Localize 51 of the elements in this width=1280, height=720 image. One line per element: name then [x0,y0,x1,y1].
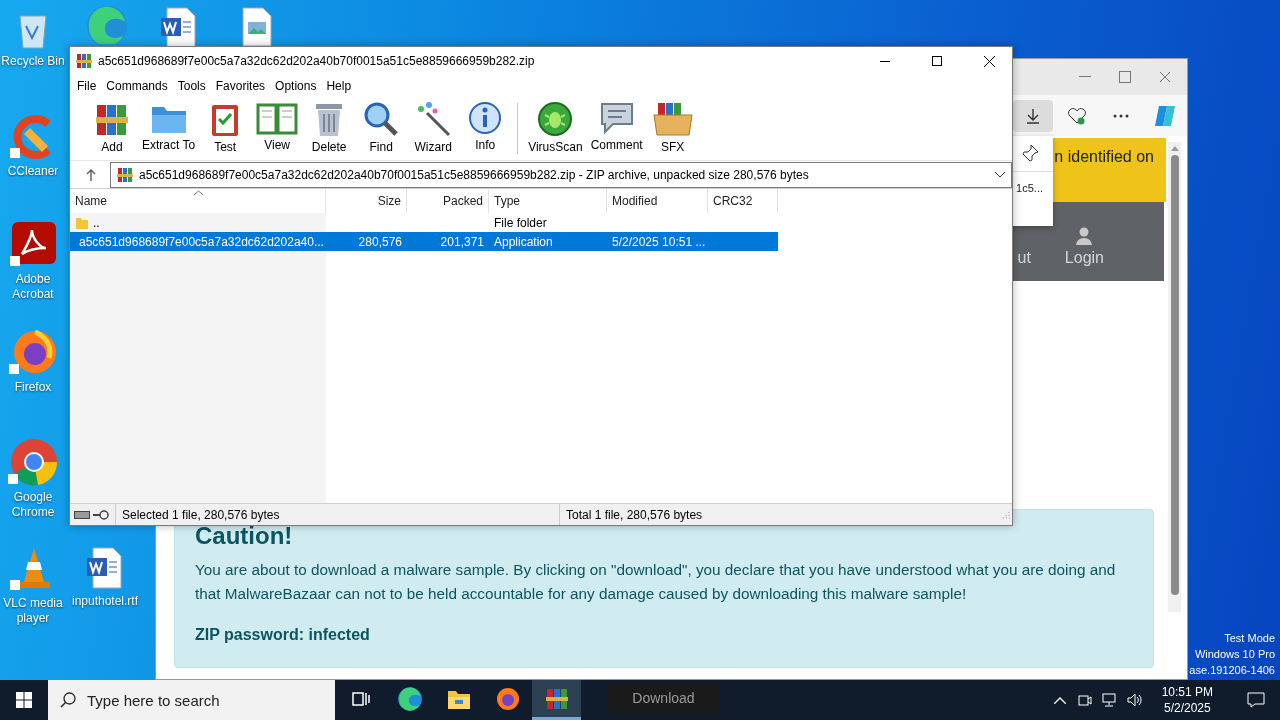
file-row[interactable]: a5c651d968689f7e00c5a7a32dc62d202a40... 280,576 201,371 Application 5/2/2025 10:51 ... [70,232,778,251]
toolbar-button[interactable]: Extract To [138,97,200,160]
clock-time: 10:51 PM [1161,684,1213,700]
toolbar-button[interactable]: Test [199,97,252,160]
status-text: Total 1 file, 280,576 bytes [565,507,703,522]
toolbar-button[interactable]: Info [459,97,512,160]
caution-title: Caution! [195,522,294,550]
system-notice-text: ase.191206-1406 [1189,663,1275,678]
toolbar-button[interactable]: Find [355,97,408,160]
search-field[interactable]: Type here to search [48,680,335,720]
toolbar-button[interactable]: Wizard [407,97,460,160]
column-header[interactable]: Name [70,189,326,213]
table-cell-text: 201,371 [439,233,485,251]
system-notice-text: Test Mode [1224,631,1275,646]
table-cell-text: 280,576 [357,233,403,251]
toolbar-button[interactable]: Delete [303,97,356,160]
file-row[interactable]: .. File folder [70,213,778,232]
menu-item[interactable]: File [72,79,102,93]
download-item[interactable]: 1c5... [1016,181,1043,194]
column-header[interactable]: CRC32 [708,189,778,213]
zip-password: ZIP password: infected [195,626,371,644]
menu-item[interactable]: Tools [172,79,211,93]
nav-link[interactable]: ut [1017,226,1031,267]
window-title: a5c651d968689f7e00c5a7a32dc62d202a40b70f0015a51c5e8859666959b282.zip [98,54,536,68]
system-notice-text: Windows 10 Pro [1194,647,1275,662]
file-name-cell[interactable]: a5c651d968689f7e00c5a7a32dc62d202a40... [70,232,326,251]
file-name-cell[interactable]: .. [70,213,326,232]
toolbar-button[interactable]: Add [86,97,138,160]
table-cell-text: Application [493,233,554,251]
path-field[interactable]: a5c651d968689f7e00c5a7a32dc62d202a40b70f0015a51c5e8859666959b282.zip - ZIP archive, unpacked size 280,576 bytes [110,161,1012,188]
clock-date: 5/2/2025 [1163,700,1211,716]
menu-item[interactable]: Help [321,79,357,93]
banner-text: n identified on [1054,148,1154,167]
toolbar-button[interactable]: SFX [646,97,699,160]
caution-text: You are about to download a malware sample. By clicking on "download", you declare that you have understood what you are doing and that MalwareBazaar can not to be held accountable for any damage caused by downloading this malware sample! [195,560,1117,604]
table-cell-text: 5/2/2025 10:51 ... [611,233,707,251]
column-header[interactable]: Size [326,189,407,213]
download-button[interactable]: Download [607,683,720,713]
menu-item[interactable]: Favorites [210,79,271,93]
menu-item[interactable]: Commands [101,79,173,93]
toolbar-button[interactable]: Comment [586,97,647,160]
column-header[interactable]: Modified [607,189,708,213]
toolbar-button[interactable]: View [251,97,304,160]
nav-link[interactable]: Login [1064,226,1104,267]
status-text: Selected 1 file, 280,576 bytes [121,507,280,522]
column-header[interactable]: Packed [407,189,489,213]
table-cell-text: File folder [493,214,548,232]
toolbar-button[interactable]: VirusScan [524,97,587,160]
clock[interactable]: 10:51 PM 5/2/2025 [1151,684,1223,716]
menu-item[interactable]: Options [270,79,322,93]
column-header[interactable]: Type [489,189,607,213]
